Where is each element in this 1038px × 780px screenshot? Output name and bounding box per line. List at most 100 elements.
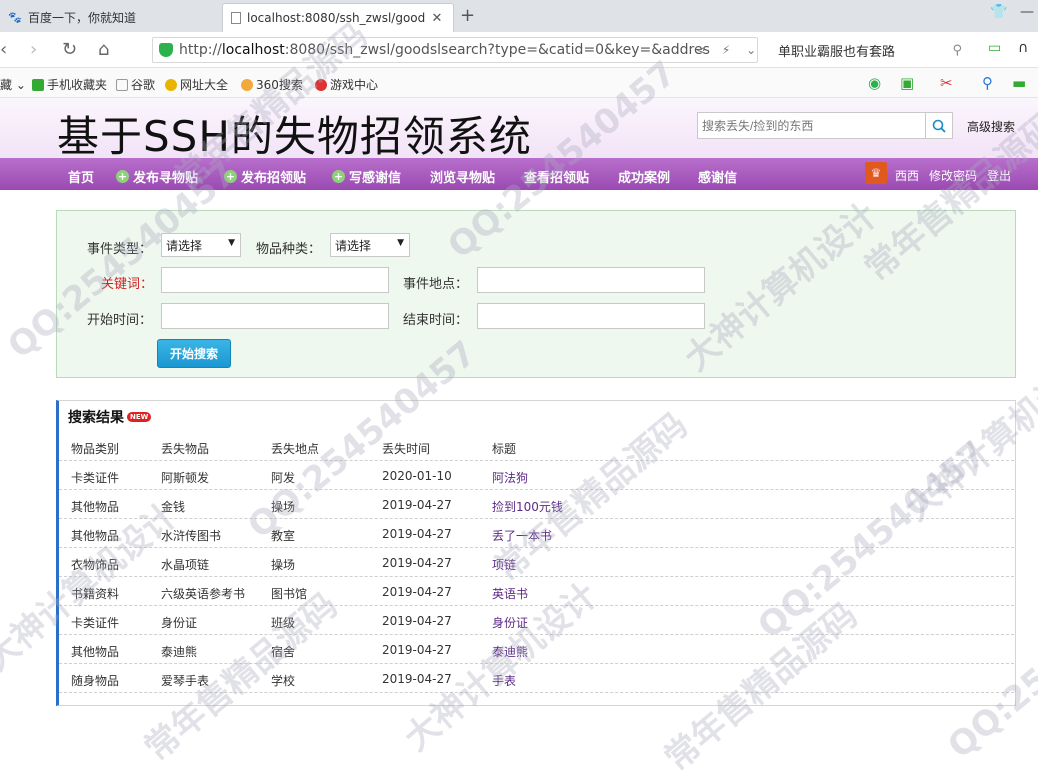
nav-write-thanks[interactable]: + 写感谢信 [332,167,401,186]
table-row[interactable]: 其他物品 泰迪熊 宿舍 2019-04-27 泰迪熊 [59,635,1014,664]
cell-time: 2019-04-27 [382,672,452,686]
cell-item: 水浒传图书 [161,529,222,543]
cell-category: 其他物品 [71,529,120,543]
table-row[interactable]: 衣物饰品 水晶项链 操场 2019-04-27 项链 [59,548,1014,577]
scissors-icon[interactable]: ✂ [940,74,953,92]
nav-success-cases[interactable]: 成功案例 [618,167,670,186]
chat-icon[interactable]: ◉ [868,74,881,92]
table-row[interactable]: 随身物品 爱琴手表 学校 2019-04-27 手表 [59,664,1014,693]
cell-title[interactable]: 身份证 [492,614,528,631]
shield-icon [159,43,173,57]
item-category-select[interactable]: 请选择 ▼ [330,233,410,257]
location-input[interactable] [477,267,705,293]
change-password-link[interactable]: 修改密码 [929,167,977,184]
end-time-input[interactable] [477,303,705,329]
bookmark-item[interactable]: 网址大全 [165,76,228,93]
keyword-input[interactable] [161,267,389,293]
cell-place: 宿舍 [271,645,296,659]
forward-icon[interactable]: › [30,39,37,60]
cell-place: 操场 [271,558,296,572]
magnifier-icon[interactable]: ⚲ [982,74,993,92]
reload-icon[interactable]: ↻ [62,39,77,60]
cell-place: 学校 [271,674,296,688]
shirt-icon[interactable]: 👕 [990,4,1007,20]
site-search-input[interactable] [697,112,926,139]
table-row[interactable]: 其他物品 水浒传图书 教室 2019-04-27 丢了一本书 [59,519,1014,548]
end-time-label: 结束时间： [403,313,469,328]
column-header-category: 物品类别 [71,442,120,456]
battery-icon[interactable]: ▭ [988,40,1001,56]
event-type-select[interactable]: 请选择 ▼ [161,233,241,257]
cell-item: 六级英语参考书 [161,587,246,601]
bookmark-item[interactable]: 藏 ⌄ [0,76,26,93]
globe-icon [165,78,177,91]
cell-time: 2019-04-27 [382,527,452,541]
cell-time: 2020-01-10 [382,469,452,483]
cell-item: 阿斯顿发 [161,471,210,485]
cell-title[interactable]: 捡到100元钱 [492,498,563,515]
event-type-label: 事件类型： [87,242,153,257]
cell-title[interactable]: 手表 [492,672,516,689]
nav-browse-lost[interactable]: 浏览寻物贴 [430,167,495,186]
bookmark-item[interactable]: 谷歌 [116,76,155,93]
translate-icon[interactable]: ▣ [900,74,914,92]
url-field[interactable]: http://localhost:8080/ssh_zwsl/goodslsea… [152,37,758,63]
search-icon[interactable]: ⚲ [952,43,962,58]
cell-category: 其他物品 [71,645,120,659]
start-time-label: 开始时间： [87,313,153,328]
cell-title[interactable]: 项链 [492,556,516,573]
nav-post-lost[interactable]: + 发布寻物贴 [116,167,198,186]
item-category-label: 物品种类： [256,242,322,257]
tab-baidu[interactable]: 🐾 百度一下，你就知道 [0,3,218,32]
logout-link[interactable]: 登出 [987,167,1011,184]
cell-title[interactable]: 丢了一本书 [492,527,552,544]
cell-title[interactable]: 泰迪熊 [492,643,528,660]
tab-localhost[interactable]: localhost:8080/ssh_zwsl/good ✕ [222,3,454,32]
cell-place: 教室 [271,529,296,543]
site-title: 基于SSH的失物招领系统 [57,112,532,161]
close-tab-icon[interactable]: ✕ [429,11,445,26]
gamepad-icon[interactable]: ▬ [1012,74,1026,92]
bookmark-item[interactable]: 手机收藏夹 [32,76,107,93]
cell-category: 卡类证件 [71,471,120,485]
nav-view-found[interactable]: 查看招领贴 [524,167,589,186]
home-icon[interactable]: ⌂ [98,39,109,60]
avatar[interactable]: ♛ [865,162,887,184]
share-icon[interactable]: ⋖ ⚡ ⌄ [696,43,762,57]
headphones-icon[interactable]: ∩ [1018,40,1028,56]
new-tab-icon[interactable]: + [460,5,475,26]
back-icon[interactable]: ‹ [0,39,7,60]
advanced-search-link[interactable]: 高级搜索 [967,118,1015,135]
game-icon [315,78,327,91]
browser-search-field[interactable]: 单职业霸服也有套路 ⚲ [766,37,968,63]
table-row[interactable]: 书籍资料 六级英语参考书 图书馆 2019-04-27 英语书 [59,577,1014,606]
location-label: 事件地点： [403,277,469,292]
minimize-icon[interactable]: — [1020,4,1034,20]
cell-title[interactable]: 阿法狗 [492,469,528,486]
cell-item: 身份证 [161,616,198,630]
nav-thanks-letters[interactable]: 感谢信 [698,167,737,186]
start-search-button[interactable]: 开始搜索 [157,339,231,368]
dropdown-arrow-icon: ▼ [397,238,404,248]
nav-post-found[interactable]: + 发布招领贴 [224,167,306,186]
nav-home[interactable]: 首页 [68,167,94,186]
start-time-input[interactable] [161,303,389,329]
cell-time: 2019-04-27 [382,643,452,657]
site-search-button[interactable] [925,112,953,139]
plus-icon: + [116,170,129,183]
url-host: localhost [221,42,285,58]
baidu-paw-icon: 🐾 [8,11,22,24]
search-360-icon [241,78,253,91]
plus-icon: + [224,170,237,183]
cell-time: 2019-04-27 [382,498,452,512]
bookmark-item[interactable]: 360搜索 [241,76,303,93]
user-name[interactable]: 西西 [895,167,919,184]
table-row[interactable]: 卡类证件 身份证 班级 2019-04-27 身份证 [59,606,1014,635]
url-rest: :8080/ssh_zwsl/goodslsearch?type=&catid=… [284,42,710,58]
cell-title[interactable]: 英语书 [492,585,528,602]
bookmark-item[interactable]: 游戏中心 [315,76,378,93]
column-header-item: 丢失物品 [161,442,210,456]
table-row[interactable]: 卡类证件 阿斯顿发 阿发 2020-01-10 阿法狗 [59,461,1014,490]
cell-place: 操场 [271,500,296,514]
table-row[interactable]: 其他物品 金钱 操场 2019-04-27 捡到100元钱 [59,490,1014,519]
